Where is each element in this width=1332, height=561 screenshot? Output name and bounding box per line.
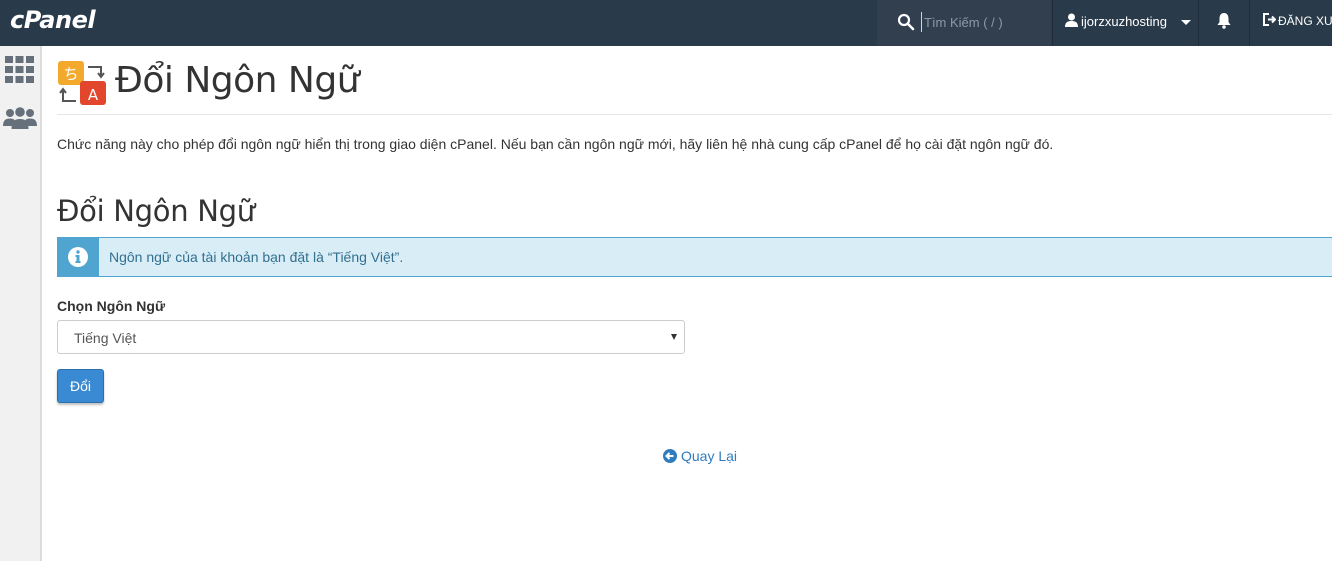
change-language-icon: ち A [58, 61, 106, 105]
alert-text: Ngôn ngữ của tài khoản bạn đặt là “Tiếng… [109, 249, 404, 265]
grid-icon[interactable] [5, 56, 34, 83]
alert-icon-box [58, 238, 99, 276]
language-select-value: Tiếng Việt [74, 330, 137, 346]
user-menu[interactable]: ijorzxuzhosting [1052, 0, 1197, 46]
search-icon [897, 13, 915, 31]
page-description: Chức năng này cho phép đổi ngôn ngữ hiển… [57, 136, 1054, 152]
logout-label: ĐĂNG XUẤT [1278, 14, 1332, 28]
username-label: ijorzxuzhosting [1081, 14, 1167, 29]
search-box[interactable] [877, 0, 1051, 46]
language-select[interactable]: Tiếng Việt [57, 320, 685, 354]
section-title: Đổi Ngôn Ngữ [57, 194, 255, 228]
language-select-label: Chọn Ngôn Ngữ [57, 298, 166, 314]
svg-text:ち: ち [63, 65, 78, 83]
select-arrow-icon [671, 334, 677, 340]
top-navbar: cPanel ijorzxuzhosting ĐĂNG XUẤT [0, 0, 1332, 46]
info-alert: Ngôn ngữ của tài khoản bạn đặt là “Tiếng… [57, 237, 1332, 277]
chevron-down-icon [1181, 20, 1191, 25]
back-link[interactable]: Quay Lại [663, 448, 737, 464]
change-language-button[interactable]: Đổi [57, 369, 104, 403]
info-icon [68, 247, 88, 267]
sidebar [0, 46, 42, 561]
logout-button[interactable]: ĐĂNG XUẤT [1249, 0, 1332, 46]
search-input[interactable] [921, 12, 1043, 32]
user-icon [1065, 13, 1078, 27]
bell-icon [1217, 13, 1231, 29]
cpanel-logo[interactable]: cPanel [10, 6, 96, 34]
arrow-circle-left-icon [663, 449, 677, 463]
page-title: Đổi Ngôn Ngữ [115, 60, 360, 101]
main-content: ち A Đổi Ngôn Ngữ Chức năng này cho phép … [42, 46, 1332, 561]
header-divider [57, 114, 1332, 115]
logout-icon [1263, 13, 1276, 26]
svg-text:A: A [88, 86, 99, 104]
users-icon[interactable] [3, 107, 37, 129]
notifications-button[interactable] [1198, 0, 1248, 46]
